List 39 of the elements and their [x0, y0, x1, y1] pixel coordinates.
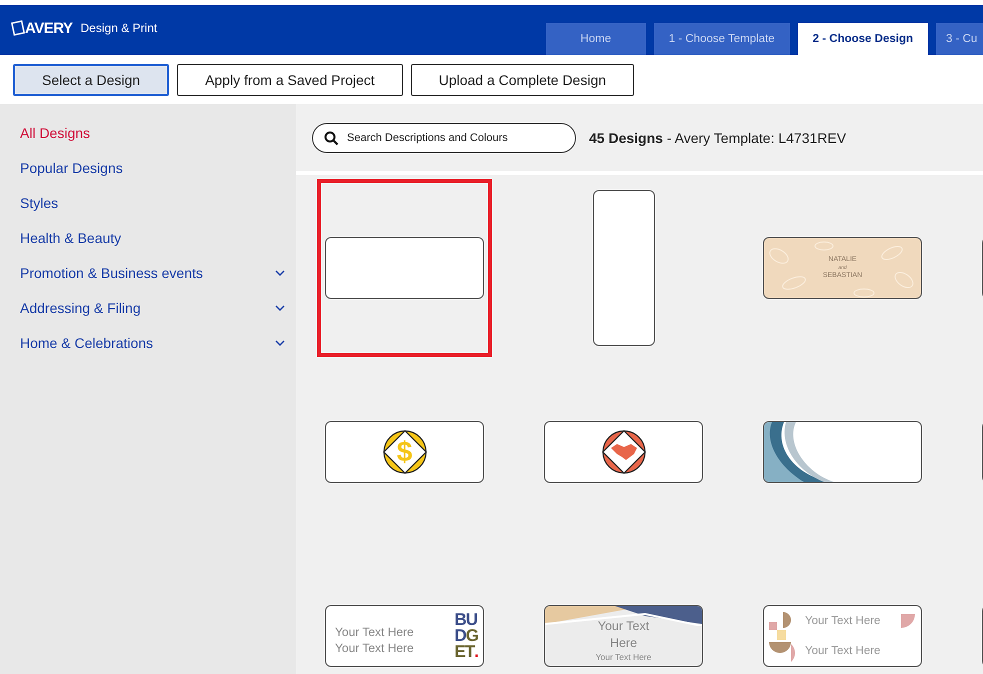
category-link[interactable]: Addressing & Filing — [0, 290, 296, 325]
design-card[interactable] — [592, 190, 654, 346]
design-card[interactable]: Your Text Here Your Text Here BU DG ET. — [325, 605, 484, 667]
search-field[interactable]: Search Descriptions and Colours — [312, 122, 576, 152]
design-card[interactable] — [763, 421, 922, 483]
design-card[interactable] — [544, 421, 703, 483]
step-tab[interactable]: 2 - Choose Design — [798, 23, 928, 55]
selection-frame[interactable] — [317, 179, 492, 357]
category-link[interactable]: Popular Designs — [0, 150, 296, 185]
category-link[interactable]: Home & Celebrations — [0, 325, 296, 360]
step-tab[interactable]: Home — [546, 23, 646, 55]
chevron-down-icon — [275, 340, 285, 346]
step-tab[interactable]: 1 - Choose Template — [654, 23, 790, 55]
placeholder-text: Your Text Here — [805, 645, 880, 657]
logo-text: ET. — [454, 644, 478, 660]
placeholder-text: Your Text Here — [596, 652, 652, 662]
mode-button[interactable]: Select a Design — [13, 64, 170, 96]
wave-pattern-drawing — [764, 422, 834, 482]
placeholder-text: Your Text Here — [596, 618, 650, 652]
design-count: 45 Designs - Avery Template: L4731REV — [589, 130, 846, 146]
product-name: Design & Print — [80, 21, 158, 35]
chevron-down-icon — [275, 270, 285, 276]
mode-button[interactable]: Apply from a Saved Project — [177, 64, 403, 96]
dollar-sign: $ — [396, 437, 412, 467]
chevron-down-icon — [275, 304, 285, 310]
placeholder-text: Your Text Here — [335, 640, 414, 656]
mode-button[interactable]: Upload a Complete Design — [410, 64, 634, 96]
design-card[interactable] — [325, 237, 484, 299]
logo-text: BU — [454, 612, 478, 628]
step-tab[interactable]: 3 - Cu — [936, 23, 983, 55]
search-icon — [324, 130, 339, 146]
category-link[interactable]: Promotion & Business events — [0, 255, 296, 290]
logo-text: DG — [454, 628, 478, 644]
placeholder-text: Your Text Here — [805, 615, 880, 627]
category-link[interactable]: Health & Beauty — [0, 220, 296, 255]
placeholder-text: Your Text Here — [335, 624, 414, 640]
category-link[interactable]: All Designs — [0, 115, 296, 150]
category-link[interactable]: Styles — [0, 185, 296, 220]
brand-logo[interactable]: AVERY — [25, 20, 73, 36]
